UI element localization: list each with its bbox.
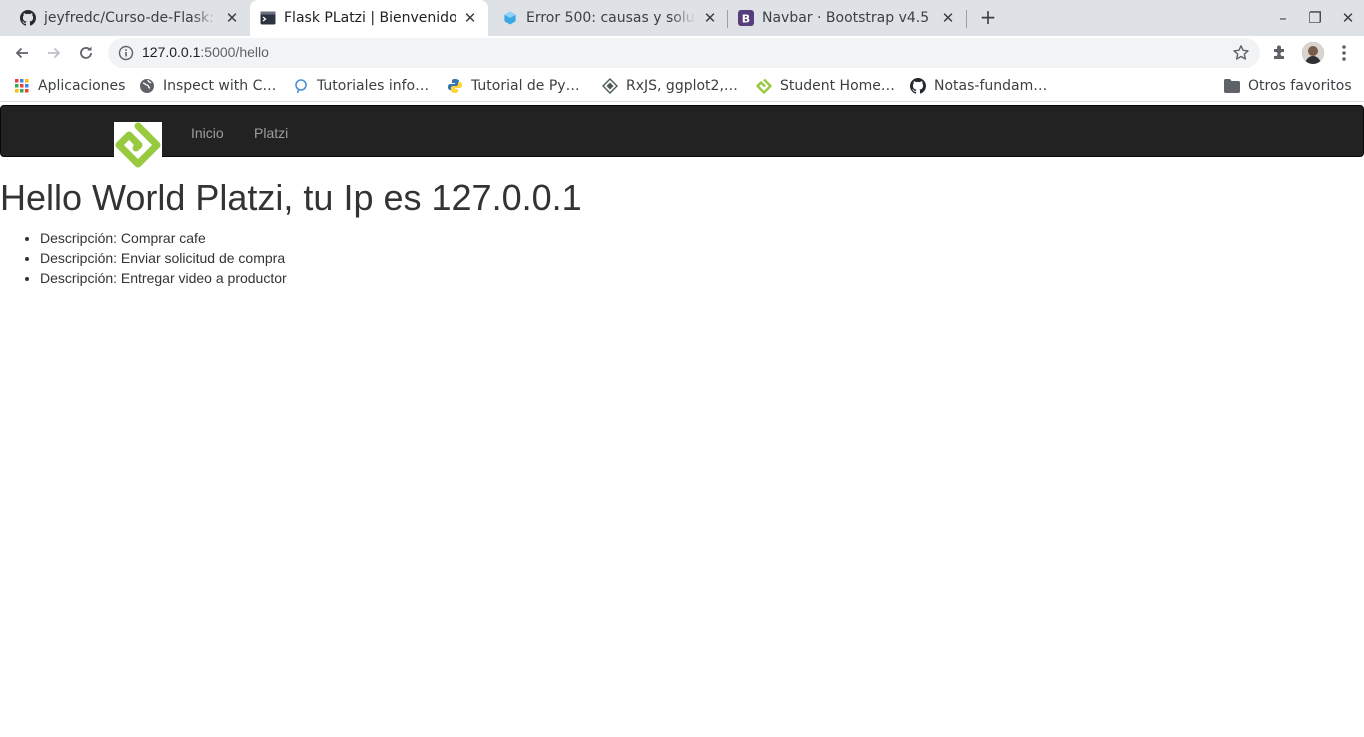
bookmark-label: Tutoriales info… bbox=[317, 78, 430, 94]
profile-avatar[interactable] bbox=[1302, 42, 1324, 64]
bookmark-label: Inspect with C… bbox=[163, 78, 277, 94]
tab-bootstrap-navbar[interactable]: B Navbar · Bootstrap v4.5 ✕ bbox=[728, 0, 966, 36]
platzi-logo-icon bbox=[115, 122, 161, 168]
reload-button[interactable] bbox=[74, 41, 98, 65]
tab-github-repo[interactable]: jeyfredc/Curso-de-Flask: C ✕ bbox=[0, 0, 250, 36]
bookmark-tutorial-python[interactable]: Tutorial de Py… bbox=[447, 76, 580, 96]
bookmark-label: Otros favoritos bbox=[1248, 78, 1352, 94]
close-icon[interactable]: ✕ bbox=[940, 10, 956, 26]
url-host: 127.0.0.1 bbox=[142, 44, 201, 60]
reload-icon bbox=[80, 46, 92, 59]
bootstrap-icon: B bbox=[738, 10, 754, 26]
close-icon[interactable]: ✕ bbox=[224, 10, 240, 26]
forward-button[interactable] bbox=[42, 41, 66, 65]
close-window-button[interactable]: ✕ bbox=[1338, 8, 1358, 28]
new-tab-button[interactable]: + bbox=[976, 6, 1000, 30]
url-path: :5000/hello bbox=[200, 44, 269, 60]
bookmark-notas[interactable]: Notas-fundam… bbox=[910, 76, 1047, 96]
tab-error-500[interactable]: Error 500: causas y solucio ✕ bbox=[488, 0, 728, 36]
list-item: Descripción: Entregar video a productor bbox=[40, 268, 287, 288]
python-icon bbox=[447, 78, 463, 94]
diamond-icon bbox=[602, 78, 618, 94]
tab-separator bbox=[966, 10, 967, 28]
search-bubble-icon bbox=[293, 78, 309, 94]
bookmark-rxjs[interactable]: RxJS, ggplot2,… bbox=[602, 76, 738, 96]
list-item: Descripción: Comprar cafe bbox=[40, 228, 287, 248]
extensions-puzzle-icon[interactable] bbox=[1270, 43, 1290, 63]
svg-text:B: B bbox=[742, 13, 750, 26]
browser-toolbar: 127.0.0.1:5000/hello bbox=[0, 36, 1364, 70]
info-icon[interactable] bbox=[118, 45, 134, 61]
minimize-button[interactable]: – bbox=[1273, 8, 1293, 28]
page-content: Inicio Platzi Hello World Platzi, tu Ip … bbox=[0, 103, 1364, 737]
bookmark-inspect[interactable]: Inspect with C… bbox=[139, 76, 276, 96]
folder-icon bbox=[1224, 78, 1240, 94]
other-bookmarks-folder[interactable]: Otros favoritos bbox=[1224, 76, 1352, 96]
tab-title: Flask PLatzi | Bienvenido bbox=[284, 10, 456, 26]
url-text[interactable]: 127.0.0.1:5000/hello bbox=[142, 44, 269, 60]
github-icon bbox=[20, 10, 36, 26]
platzi-icon bbox=[756, 78, 772, 94]
todo-list: Descripción: Comprar cafe Descripción: E… bbox=[40, 228, 287, 288]
list-item: Descripción: Enviar solicitud de compra bbox=[40, 248, 287, 268]
tab-title: Error 500: causas y solucio bbox=[526, 10, 696, 26]
hexagon-icon bbox=[502, 10, 518, 26]
arrow-left-icon bbox=[15, 47, 28, 59]
bookmark-label: Tutorial de Py… bbox=[471, 78, 580, 94]
nav-link-platzi[interactable]: Platzi bbox=[254, 125, 288, 141]
github-icon bbox=[910, 78, 926, 94]
bookmark-student-home[interactable]: Student Home… bbox=[756, 76, 895, 96]
back-button[interactable] bbox=[10, 41, 34, 65]
bookmark-label: Aplicaciones bbox=[38, 78, 126, 94]
apps-grid-icon bbox=[14, 78, 30, 94]
maximize-button[interactable]: ❐ bbox=[1305, 8, 1325, 28]
close-icon[interactable]: ✕ bbox=[462, 10, 478, 26]
bookmark-aplicaciones[interactable]: Aplicaciones bbox=[14, 76, 125, 96]
bookmark-star-icon[interactable] bbox=[1232, 44, 1250, 62]
nav-link-inicio[interactable]: Inicio bbox=[191, 125, 224, 141]
bookmark-label: Student Home… bbox=[780, 78, 895, 94]
tab-title: jeyfredc/Curso-de-Flask: C bbox=[44, 10, 218, 26]
platzi-logo[interactable] bbox=[114, 122, 162, 172]
more-vert-icon[interactable] bbox=[1336, 43, 1352, 63]
bookmark-label: Notas-fundam… bbox=[934, 78, 1048, 94]
site-navbar: Inicio Platzi bbox=[0, 105, 1364, 172]
arrow-right-icon bbox=[48, 47, 61, 59]
tab-title: Navbar · Bootstrap v4.5 bbox=[762, 10, 930, 26]
bookmark-tutoriales[interactable]: Tutoriales info… bbox=[293, 76, 429, 96]
page-heading: Hello World Platzi, tu Ip es 127.0.0.1 bbox=[0, 177, 582, 218]
bookmarks-bar: Aplicaciones Inspect with C… Tutoriales … bbox=[0, 70, 1364, 102]
address-bar[interactable]: 127.0.0.1:5000/hello bbox=[108, 38, 1260, 68]
globe-icon bbox=[139, 78, 155, 94]
terminal-icon bbox=[260, 10, 276, 26]
bookmark-label: RxJS, ggplot2,… bbox=[626, 78, 738, 94]
close-icon[interactable]: ✕ bbox=[702, 10, 718, 26]
tab-strip: jeyfredc/Curso-de-Flask: C ✕ Flask PLatz… bbox=[0, 0, 1364, 36]
tab-flask-platzi[interactable]: Flask PLatzi | Bienvenido ✕ bbox=[250, 0, 488, 36]
